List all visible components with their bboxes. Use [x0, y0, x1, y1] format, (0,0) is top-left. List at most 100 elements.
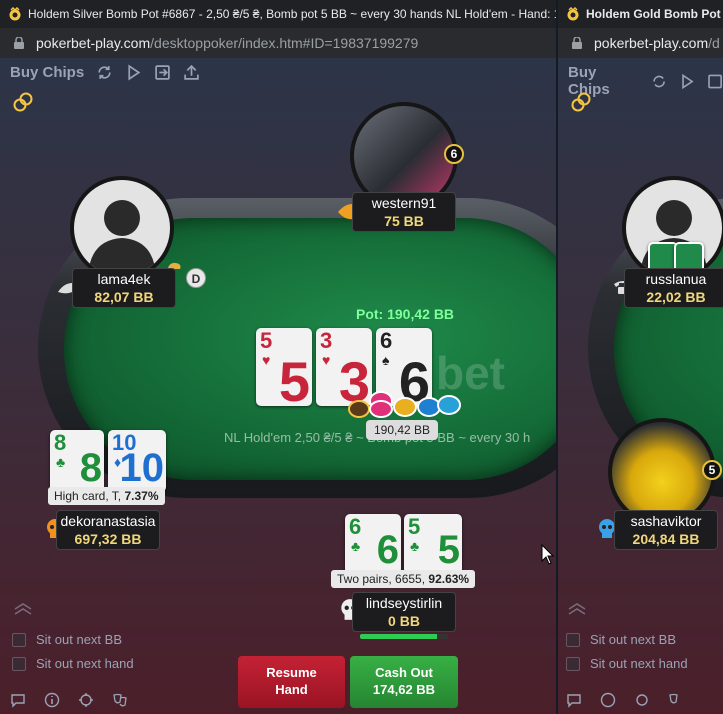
avatar-lama4ek[interactable] — [70, 176, 174, 280]
card-rank: 6 — [380, 328, 393, 353]
play-icon[interactable] — [125, 64, 142, 81]
pot-label: Pot: 190,42 BB — [356, 306, 455, 322]
checkbox-box[interactable] — [566, 632, 580, 647]
pokerbet-logo-icon — [567, 7, 579, 21]
card-suit: ♥ — [262, 352, 271, 368]
cashback-coins-icon[interactable] — [570, 92, 592, 112]
player-stack: 204,84 BB — [632, 531, 700, 547]
pokerbet-logo-icon — [9, 7, 21, 21]
address-bar[interactable]: pokerbet-play.com/desktoppoker/index.htm… — [0, 28, 556, 58]
player-name: sashaviktor — [630, 513, 702, 529]
poker-window-silver: Holdem Silver Bomb Pot #6867 - 2,50 ₴/5 … — [0, 0, 556, 714]
pot-amount-badge: 190,42 BB — [366, 420, 438, 440]
button-line-1: Cash Out — [375, 665, 433, 680]
seat-lindseystirlin[interactable]: lindseystirlin 0 BB — [352, 592, 456, 632]
player-name: lindseystirlin — [365, 595, 443, 611]
player-name: western91 — [371, 195, 437, 211]
settings-icon[interactable] — [634, 692, 650, 708]
chat-icon[interactable] — [10, 692, 26, 708]
checkbox-box[interactable] — [12, 656, 26, 671]
hand-strength-dekoranastasia: High card, T, 7.37% — [48, 487, 165, 505]
refresh-icon[interactable] — [651, 73, 667, 90]
default-avatar-silhouette — [88, 200, 156, 276]
resume-hand-button[interactable]: Resume Hand — [238, 656, 345, 708]
card-suit: ♠ — [382, 352, 390, 368]
button-line-2: 174,62 BB — [372, 682, 436, 697]
cashback-coins-icon[interactable] — [12, 92, 34, 112]
refresh-icon[interactable] — [96, 64, 113, 81]
player-stack: 82,07 BB — [94, 289, 154, 305]
checkbox-box[interactable] — [12, 632, 26, 647]
table-bottom-toolbar — [566, 692, 684, 708]
url-host: pokerbet-play.com — [36, 35, 151, 51]
lock-icon — [572, 37, 582, 49]
card-rank-large: 8 — [79, 446, 102, 490]
card-rank: 5 — [260, 328, 273, 353]
player-name: dekoranastasia — [60, 513, 156, 529]
exit-table-icon[interactable] — [154, 64, 171, 81]
player-stack: 0 BB — [388, 613, 420, 629]
player-name: lama4ek — [97, 271, 151, 287]
sit-out-next-bb-checkbox[interactable]: Sit out next BB — [566, 632, 676, 647]
exit-table-icon[interactable] — [707, 73, 723, 90]
share-icon[interactable] — [183, 64, 200, 81]
checkbox-label: Sit out next hand — [36, 656, 134, 671]
sit-out-next-hand-checkbox[interactable]: Sit out next hand — [566, 656, 688, 671]
expand-up-icon[interactable] — [12, 602, 34, 616]
window-titlebar[interactable]: Holdem Silver Bomb Pot #6867 - 2,50 ₴/5 … — [0, 0, 556, 28]
hand-strength-hero: Two pairs, 6655, 92.63% — [331, 570, 476, 588]
checkbox-label: Sit out next BB — [590, 632, 676, 647]
hand-equity: 92.63% — [428, 572, 470, 586]
theatre-masks-icon[interactable] — [668, 692, 684, 708]
sit-out-next-bb-checkbox[interactable]: Sit out next BB — [12, 632, 122, 647]
window-title: Holdem Gold Bomb Pot #1 — [586, 7, 723, 21]
checkbox-box[interactable] — [566, 656, 580, 671]
card-suit: ♥ — [322, 352, 331, 368]
seat-sashaviktor[interactable]: sashaviktor 204,84 BB — [614, 510, 718, 550]
hole-card-dekoranastasia-1: 8 ♣ 8 — [50, 430, 104, 492]
play-icon[interactable] — [679, 73, 695, 90]
info-icon[interactable] — [600, 692, 616, 708]
action-timer-fill — [360, 634, 438, 639]
cash-out-button[interactable]: Cash Out 174,62 BB — [350, 656, 458, 708]
player-stack: 697,32 BB — [74, 531, 142, 547]
theatre-masks-icon[interactable] — [112, 692, 128, 708]
seat-lama4ek[interactable]: lama4ek 82,07 BB — [72, 268, 176, 308]
card-rank-large: 5 — [437, 528, 460, 572]
player-name: russlanua — [645, 271, 707, 287]
dealer-button: D — [186, 268, 206, 288]
hole-card-dekoranastasia-2: 10 ♦ 10 — [108, 430, 166, 492]
address-bar[interactable]: pokerbet-play.com/d — [558, 28, 723, 58]
mouse-cursor-icon — [541, 544, 555, 565]
table-stage: Buy Chips bet NL Hold'em 2,50 ₴/5 ₴ ~ Bo… — [0, 58, 556, 714]
table-stage: Buy Chips russlanua 22,02 BB 5 sashavikt… — [558, 58, 723, 714]
hand-equity: 7.37% — [124, 489, 159, 503]
card-rank-large: 6 — [376, 528, 399, 572]
seat-russlanua[interactable]: russlanua 22,02 BB — [624, 268, 723, 308]
level-badge: 6 — [444, 144, 464, 164]
checkbox-label: Sit out next BB — [36, 632, 122, 647]
url-path: /d — [708, 35, 720, 51]
action-timer-bar — [360, 634, 448, 639]
expand-up-icon[interactable] — [566, 602, 588, 616]
settings-icon[interactable] — [78, 692, 94, 708]
checkbox-label: Sit out next hand — [590, 656, 688, 671]
pot-chips-icon — [348, 391, 461, 418]
hand-description: High card, T, — [54, 489, 125, 503]
card-rank-large: 5 — [278, 350, 310, 407]
card-suit: ♣ — [56, 454, 66, 470]
hole-card-hero-2: 5 ♣ 5 — [404, 514, 462, 574]
info-icon[interactable] — [44, 692, 60, 708]
buy-chips-button[interactable]: Buy Chips — [10, 64, 84, 81]
hole-card-hero-1: 6 ♣ 6 — [345, 514, 401, 574]
window-titlebar[interactable]: Holdem Gold Bomb Pot #1 — [558, 0, 723, 28]
button-line-2: Hand — [275, 682, 308, 697]
card-suit: ♣ — [351, 538, 361, 554]
chat-icon[interactable] — [566, 692, 582, 708]
table-toolbar: Buy Chips — [10, 64, 200, 81]
player-stack: 75 BB — [384, 213, 424, 229]
sit-out-next-hand-checkbox[interactable]: Sit out next hand — [12, 656, 134, 671]
seat-western91[interactable]: western91 75 BB — [352, 192, 456, 232]
seat-dekoranastasia[interactable]: dekoranastasia 697,32 BB — [56, 510, 160, 550]
hand-description: Two pairs, 6655, — [337, 572, 429, 586]
